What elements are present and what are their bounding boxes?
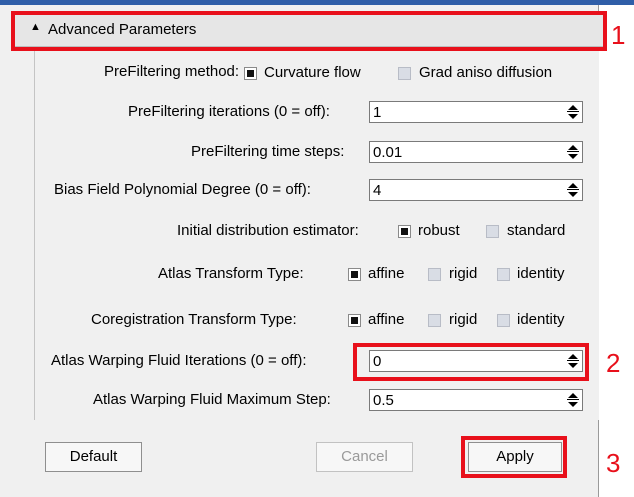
prefiltering-time-steps-label: PreFiltering time steps: — [191, 143, 345, 160]
coreg-rigid-label: rigid — [449, 311, 478, 328]
atlas-affine-checkbox[interactable] — [348, 268, 361, 281]
prefiltering-method-label: PreFiltering method: — [104, 63, 240, 80]
coreg-rigid-checkbox[interactable] — [428, 314, 441, 327]
atlas-rigid-label: rigid — [449, 265, 478, 282]
initial-distribution-label: Initial distribution estimator: — [177, 222, 359, 239]
coreg-affine-checkbox[interactable] — [348, 314, 361, 327]
callout-number-3: 3 — [606, 448, 621, 478]
spinner-arrows-icon[interactable] — [567, 182, 579, 198]
prefiltering-time-steps-value: 0.01 — [373, 144, 403, 161]
grad-aniso-diffusion-checkbox[interactable] — [398, 67, 411, 80]
atlas-rigid-checkbox[interactable] — [428, 268, 441, 281]
annotation-box-3 — [461, 436, 567, 478]
atlas-warping-max-step-value: 0.5 — [373, 392, 394, 409]
grad-aniso-diffusion-label: Grad aniso diffusion — [419, 64, 553, 81]
atlas-identity-checkbox[interactable] — [497, 268, 510, 281]
bias-field-degree-value: 4 — [373, 182, 382, 199]
callout-number-1: 1 — [611, 20, 626, 50]
coreg-identity-checkbox[interactable] — [497, 314, 510, 327]
annotation-box-2 — [353, 343, 589, 381]
standard-checkbox[interactable] — [486, 225, 499, 238]
curvature-flow-label: Curvature flow — [264, 64, 361, 81]
curvature-flow-checkbox[interactable] — [244, 67, 257, 80]
coregistration-transform-label: Coregistration Transform Type: — [91, 311, 297, 328]
prefiltering-time-steps-input[interactable]: 0.01 — [369, 141, 583, 163]
coreg-affine-label: affine — [368, 311, 405, 328]
robust-label: robust — [418, 222, 460, 239]
prefiltering-iterations-value: 1 — [373, 104, 382, 121]
atlas-identity-label: identity — [517, 265, 565, 282]
bias-field-degree-label: Bias Field Polynomial Degree (0 = off): — [54, 181, 311, 198]
atlas-transform-label: Atlas Transform Type: — [158, 265, 304, 282]
default-button[interactable]: Default — [45, 442, 142, 472]
atlas-warping-max-step-input[interactable]: 0.5 — [369, 389, 583, 411]
atlas-warping-iterations-label: Atlas Warping Fluid Iterations (0 = off)… — [51, 352, 307, 369]
prefiltering-iterations-label: PreFiltering iterations (0 = off): — [128, 103, 330, 120]
spinner-arrows-icon[interactable] — [567, 144, 579, 160]
callout-number-2: 2 — [606, 348, 621, 378]
spinner-arrows-icon[interactable] — [567, 104, 579, 120]
atlas-warping-max-step-label: Atlas Warping Fluid Maximum Step: — [93, 391, 331, 408]
annotation-box-1 — [11, 11, 607, 51]
robust-checkbox[interactable] — [398, 225, 411, 238]
prefiltering-iterations-input[interactable]: 1 — [369, 101, 583, 123]
cancel-button[interactable]: Cancel — [316, 442, 413, 472]
atlas-affine-label: affine — [368, 265, 405, 282]
bias-field-degree-input[interactable]: 4 — [369, 179, 583, 201]
spinner-arrows-icon[interactable] — [567, 392, 579, 408]
coreg-identity-label: identity — [517, 311, 565, 328]
standard-label: standard — [507, 222, 566, 239]
